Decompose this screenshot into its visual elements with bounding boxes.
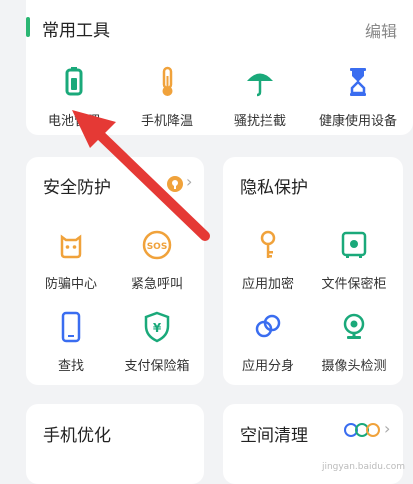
- privacy-app-lock[interactable]: 应用加密: [223, 227, 313, 292]
- security-label: 防骗中心: [44, 277, 97, 292]
- privacy-label: 摄像头检测: [321, 359, 387, 374]
- chevron-right-icon[interactable]: ›: [384, 419, 390, 438]
- section-accent-bar: [26, 17, 30, 37]
- privacy-file-safe[interactable]: 文件保密柜: [309, 227, 399, 292]
- privacy-app-clone[interactable]: 应用分身: [223, 309, 313, 374]
- umbrella-icon: [242, 64, 278, 100]
- svg-text:¥: ¥: [153, 321, 162, 335]
- privacy-label: 应用分身: [241, 359, 294, 374]
- security-label: 支付保险箱: [124, 359, 190, 374]
- tool-label: 健康使用设备: [318, 114, 397, 129]
- clean-title: 空间清理: [240, 426, 308, 446]
- tool-label: 骚扰拦截: [233, 114, 286, 129]
- safe-icon: [336, 227, 372, 263]
- edit-button[interactable]: 编辑: [365, 18, 397, 42]
- progress-dots-icon: [343, 422, 381, 442]
- tool-battery[interactable]: 电池管理: [29, 64, 119, 129]
- privacy-title: 隐私保护: [240, 178, 308, 198]
- camera-icon: [336, 309, 372, 345]
- battery-icon: [56, 64, 92, 100]
- privacy-label: 文件保密柜: [321, 277, 387, 292]
- security-sos[interactable]: SOS 紧急呼叫: [112, 227, 202, 292]
- watermark-text: jingyan.baidu.com: [321, 462, 405, 472]
- security-anti-fraud[interactable]: 防骗中心: [26, 227, 116, 292]
- privacy-label: 应用加密: [241, 277, 294, 292]
- optimize-title: 手机优化: [43, 426, 111, 446]
- chevron-right-icon[interactable]: ›: [186, 172, 192, 191]
- robot-icon: [53, 227, 89, 263]
- tool-harass-block[interactable]: 骚扰拦截: [215, 64, 305, 129]
- link-icon: [250, 309, 286, 345]
- security-payment-safe[interactable]: ¥ 支付保险箱: [112, 309, 202, 374]
- svg-text:SOS: SOS: [147, 242, 168, 252]
- space-clean-card[interactable]: 空间清理 ›: [223, 404, 403, 484]
- security-card[interactable]: 安全防护 › 防骗中心 SOS 紧急呼叫 查找 ¥ 支付保险箱: [26, 157, 204, 385]
- hourglass-icon: [340, 64, 376, 100]
- tool-label: 手机降温: [140, 114, 193, 129]
- tool-cooling[interactable]: 手机降温: [122, 64, 212, 129]
- thermometer-icon: [149, 64, 185, 100]
- security-title: 安全防护: [43, 178, 111, 198]
- key-icon: [250, 227, 286, 263]
- common-tools-card: 常用工具 编辑 电池管理 手机降温 骚扰拦截 健康使用设备: [26, 0, 413, 135]
- privacy-card[interactable]: 隐私保护 应用加密 文件保密柜 应用分身 摄像头检测: [223, 157, 403, 385]
- common-tools-title: 常用工具: [42, 21, 110, 41]
- security-label: 紧急呼叫: [130, 277, 183, 292]
- sos-icon: SOS: [139, 227, 175, 263]
- tool-healthy-use[interactable]: 健康使用设备: [308, 64, 408, 129]
- privacy-camera-detect[interactable]: 摄像头检测: [309, 309, 399, 374]
- phone-icon: [53, 309, 89, 345]
- security-label: 查找: [57, 359, 84, 374]
- phone-optimize-card[interactable]: 手机优化: [26, 404, 204, 484]
- security-find[interactable]: 查找: [26, 309, 116, 374]
- shield-yen-icon: ¥: [139, 309, 175, 345]
- status-badge-icon: [166, 175, 184, 197]
- tool-label: 电池管理: [47, 114, 100, 129]
